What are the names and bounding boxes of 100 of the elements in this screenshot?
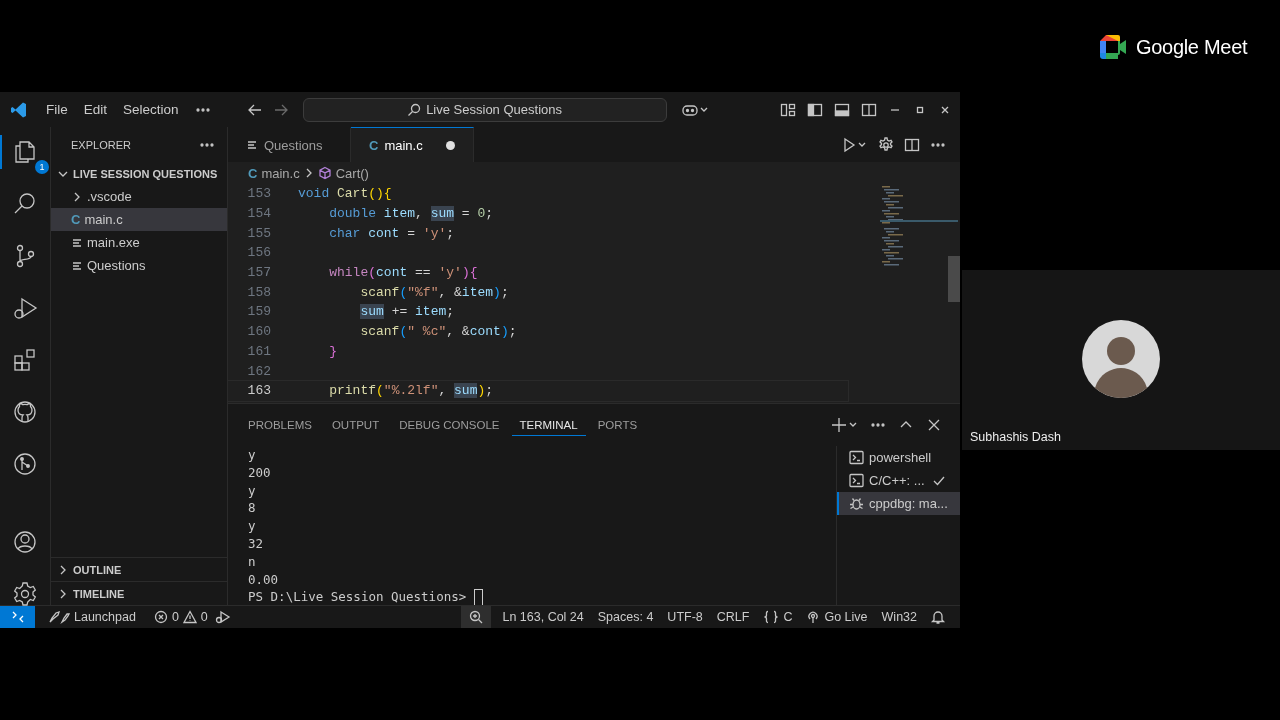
files-icon[interactable] xyxy=(12,139,38,165)
terminal-icon xyxy=(849,473,864,488)
breadcrumb-item[interactable]: Cart() xyxy=(335,165,369,181)
split-layout-icon[interactable] xyxy=(861,101,877,118)
line-number: 160 xyxy=(246,324,271,340)
language-mode[interactable]: C xyxy=(756,606,800,628)
status-item[interactable]: Spaces: 4 xyxy=(590,606,661,628)
lines-icon xyxy=(71,236,83,249)
c-file-icon: C xyxy=(369,137,379,153)
terminal-line: y xyxy=(248,517,257,535)
terminal-list-item[interactable]: C/C++: ... xyxy=(837,469,960,492)
customize-layout-icon[interactable] xyxy=(780,101,796,118)
panel-tab[interactable]: PORTS xyxy=(589,414,646,436)
menu-item[interactable]: Edit xyxy=(75,102,116,117)
panel-toggle-icon[interactable] xyxy=(834,101,850,118)
terminal-icon xyxy=(849,450,864,465)
new-terminal-icon[interactable] xyxy=(832,417,858,433)
file-tree-item[interactable]: main.exe xyxy=(51,231,227,254)
vscode-logo-icon xyxy=(10,100,28,119)
error-icon xyxy=(153,610,168,624)
terminal-line: y xyxy=(248,446,257,464)
settings-icon[interactable] xyxy=(12,581,38,607)
unsaved-dot[interactable] xyxy=(446,140,455,150)
section-header[interactable]: OUTLINE xyxy=(73,563,122,576)
status-item[interactable]: UTF-8 xyxy=(660,606,710,628)
account-icon[interactable] xyxy=(12,529,38,555)
menu-item[interactable]: Selection xyxy=(115,102,187,117)
zoom-in-icon xyxy=(469,610,484,624)
file-tree-item[interactable]: .vscode xyxy=(51,185,227,208)
line-number: 157 xyxy=(246,265,271,281)
warning-icon xyxy=(182,610,197,624)
github-icon[interactable] xyxy=(12,399,38,425)
terminal-line: y xyxy=(248,481,257,500)
breadcrumb-item[interactable]: main.c xyxy=(261,165,300,181)
run-debug-icon[interactable] xyxy=(12,295,38,321)
extensions-icon[interactable] xyxy=(12,347,38,373)
terminal-line: 8 xyxy=(248,499,257,518)
editor-tab[interactable]: C main.c xyxy=(351,127,474,162)
line-number: 161 xyxy=(246,343,271,359)
meet-logo-icon xyxy=(1100,35,1128,59)
line-number: 163 xyxy=(246,383,271,399)
zoom-button[interactable] xyxy=(461,606,492,628)
line-number: 158 xyxy=(246,284,271,300)
close-icon[interactable] xyxy=(926,417,942,433)
terminal-line: 200 xyxy=(248,463,272,482)
launchpad-item[interactable]: Launchpad xyxy=(41,606,143,628)
panel-tab[interactable]: DEBUG CONSOLE xyxy=(391,414,508,436)
panel-tab[interactable]: PROBLEMS xyxy=(240,414,320,436)
section-header[interactable]: TIMELINE xyxy=(73,587,125,600)
code-line: sum += item; xyxy=(359,304,455,320)
status-item[interactable]: Ln 163, Col 24 xyxy=(495,606,591,628)
minimap-drawing[interactable] xyxy=(880,186,958,268)
terminal-line: 32 xyxy=(248,535,265,553)
file-tree-item[interactable]: Questions xyxy=(51,254,227,277)
bug-icon xyxy=(849,496,864,511)
remote-icon xyxy=(10,610,25,624)
line-number: 153 xyxy=(246,186,271,202)
go-live-button[interactable]: Go Live xyxy=(799,606,875,628)
code-line: double item, sum = 0; xyxy=(328,206,494,222)
explorer-title: EXPLORER xyxy=(71,138,131,151)
panel-tab[interactable]: OUTPUT xyxy=(323,414,388,436)
code-line: printf("%.2lf", sum); xyxy=(328,383,494,399)
debug-run-icon[interactable] xyxy=(214,609,231,625)
settings-icon[interactable] xyxy=(878,136,894,153)
menu-item[interactable]: File xyxy=(38,102,76,117)
line-number: 159 xyxy=(246,304,271,320)
braces-icon xyxy=(763,610,780,624)
command-center-search[interactable]: Live Session Questions xyxy=(302,97,667,122)
line-number: 154 xyxy=(246,206,271,222)
panel-tab[interactable]: TERMINAL xyxy=(511,414,586,436)
code-line: while(cont == 'y'){ xyxy=(328,265,478,281)
lines-icon xyxy=(71,259,83,272)
problems-item[interactable]: 0 0 xyxy=(146,606,215,628)
sidebar-toggle-icon[interactable] xyxy=(807,101,823,118)
c-file-icon: C xyxy=(248,165,258,181)
line-number: 162 xyxy=(246,363,271,379)
participant-name: Subhashis Dash xyxy=(970,430,1062,444)
line-number: 155 xyxy=(246,225,271,241)
git-graph-icon[interactable] xyxy=(12,451,38,477)
terminal-list-item[interactable]: cppdbg: ma... xyxy=(837,492,960,515)
lines-icon xyxy=(246,139,258,151)
status-item[interactable]: Win32 xyxy=(874,606,924,628)
run-icon[interactable] xyxy=(842,136,868,153)
bell-icon[interactable] xyxy=(930,609,946,625)
code-line: void Cart(){ xyxy=(298,186,392,202)
scrollbar-thumb[interactable] xyxy=(948,256,960,302)
status-item[interactable]: CRLF xyxy=(709,606,757,628)
code-line: scanf(" %c", &cont); xyxy=(359,324,517,340)
terminal-line: n xyxy=(248,552,257,571)
brand-name: Google Meet xyxy=(1136,35,1248,59)
notification-badge: 1 xyxy=(35,160,49,174)
search-icon xyxy=(407,102,422,117)
code-line: } xyxy=(328,343,337,359)
folder-title[interactable]: LIVE SESSION QUESTIONS xyxy=(73,167,218,180)
file-tree-item[interactable]: C main.c xyxy=(51,208,227,231)
broadcast-icon xyxy=(806,610,821,624)
split-editor-icon[interactable] xyxy=(904,136,920,153)
terminal-prompt: PS D:\Live Session Questions> xyxy=(248,588,467,607)
terminal-list-item[interactable]: powershell xyxy=(837,446,960,469)
code-line: char cont = 'y'; xyxy=(328,225,455,241)
